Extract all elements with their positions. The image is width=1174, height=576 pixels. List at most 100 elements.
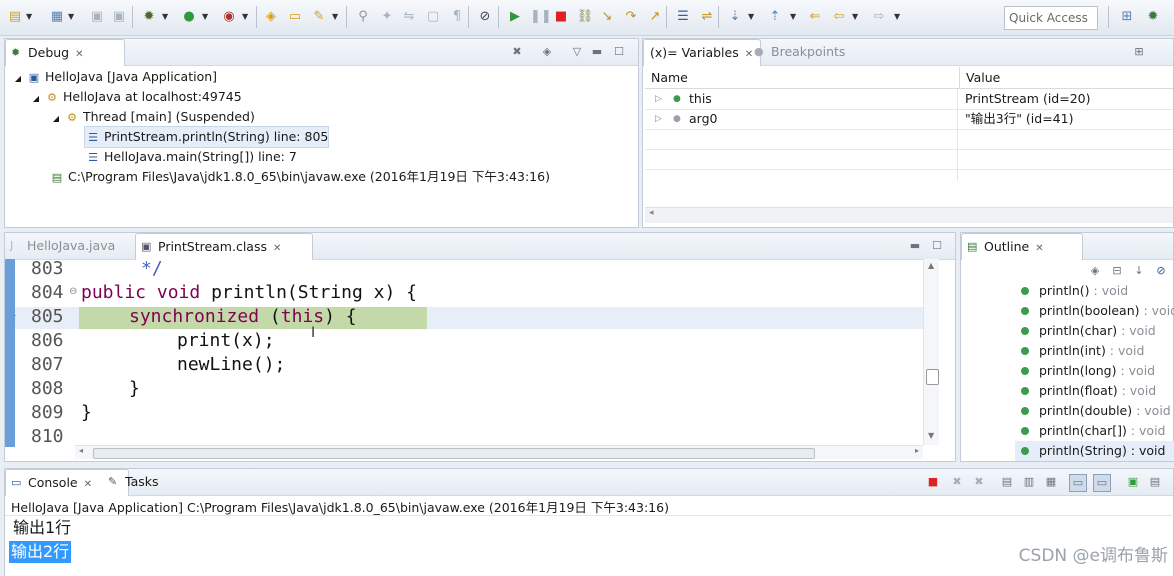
tab-outline[interactable]: ▤ Outline ✕ bbox=[961, 233, 1083, 260]
minimize-icon[interactable]: ▬ bbox=[589, 44, 605, 60]
forward-icon[interactable]: ⇨ bbox=[870, 8, 888, 26]
variable-row[interactable]: ▷ ● this PrintStream (id=20) bbox=[645, 89, 1173, 110]
chevron-down-icon[interactable]: ▼ bbox=[26, 12, 32, 21]
collapse-all-icon[interactable]: ⊞ bbox=[1131, 44, 1147, 60]
scroll-left-icon[interactable]: ◂ bbox=[649, 208, 654, 218]
code-area[interactable]: 803 */ 804 ⊖ public void println(String x) {… bbox=[15, 259, 925, 445]
horizontal-scrollbar[interactable]: ◂ bbox=[645, 207, 1173, 223]
open-task-icon[interactable]: ✎ bbox=[310, 8, 328, 26]
debug-tree-item[interactable]: ☰ HelloJava.main(String[]) line: 7 bbox=[85, 147, 297, 167]
outline-item[interactable]: println(char[]) : void bbox=[1039, 421, 1166, 441]
tree-expand-icon[interactable]: ◢ bbox=[13, 69, 23, 89]
debug-tree-item[interactable]: ☰ PrintStream.println(String) line: 805 bbox=[83, 126, 330, 148]
close-icon[interactable]: ✕ bbox=[1035, 243, 1043, 254]
outline-item[interactable]: println(boolean) : void bbox=[1039, 301, 1174, 321]
drop-to-frame-icon[interactable]: ☰ bbox=[674, 8, 692, 26]
chevron-down-icon[interactable]: ▼ bbox=[68, 12, 74, 21]
toggle-mark-icon[interactable]: ✦ bbox=[378, 8, 396, 26]
chevron-down-icon[interactable]: ▼ bbox=[202, 12, 208, 21]
close-icon[interactable]: ✕ bbox=[273, 243, 281, 254]
chevron-down-icon[interactable]: ▼ bbox=[242, 12, 248, 21]
debug-tree-item[interactable]: ◢ ⚙ Thread [main] (Suspended) bbox=[51, 107, 255, 127]
outline-item[interactable]: println(char) : void bbox=[1039, 321, 1156, 341]
remove-launch-icon[interactable]: ✖ bbox=[949, 474, 965, 490]
minimize-icon[interactable]: ▬ bbox=[907, 238, 923, 254]
chevron-down-icon[interactable]: ▼ bbox=[790, 12, 796, 21]
column-value[interactable]: Value bbox=[959, 67, 1000, 89]
terminate-icon[interactable]: ■ bbox=[552, 8, 570, 26]
tree-expand-icon[interactable]: ◢ bbox=[31, 89, 41, 109]
outline-item[interactable]: println(float) : void bbox=[1039, 381, 1156, 401]
terminate-icon[interactable]: ■ bbox=[925, 474, 941, 490]
last-edit-icon[interactable]: ⇐ bbox=[806, 8, 824, 26]
tree-expand-icon[interactable]: ◢ bbox=[51, 109, 61, 129]
paragraph-icon[interactable]: ¶ bbox=[448, 8, 466, 26]
quick-access-input[interactable]: Quick Access bbox=[1004, 6, 1098, 30]
outline-item[interactable]: println(String) : void bbox=[1015, 441, 1174, 461]
back-icon[interactable]: ⇦ bbox=[830, 8, 848, 26]
scroll-thumb[interactable] bbox=[926, 369, 939, 385]
horizontal-scrollbar[interactable]: ◂ ▸ bbox=[75, 445, 923, 459]
save-icon[interactable]: ▣ bbox=[88, 8, 106, 26]
skip-breakpoints-icon[interactable]: ⊘ bbox=[476, 8, 494, 26]
fold-icon[interactable]: ⊖ bbox=[69, 286, 77, 297]
outline-item[interactable]: println(double) : void bbox=[1039, 401, 1171, 421]
debug-tree-item[interactable]: ▤ C:\Program Files\Java\jdk1.8.0_65\bin\j… bbox=[49, 167, 550, 187]
step-over-icon[interactable]: ↷ bbox=[622, 8, 640, 26]
tab-printstream[interactable]: ▣ PrintStream.class ✕ bbox=[135, 233, 313, 260]
search-icon[interactable]: ⚲ bbox=[354, 8, 372, 26]
debug-tree-item[interactable]: ◢ ⚙ HelloJava at localhost:49745 bbox=[31, 87, 242, 107]
external-tools-icon[interactable]: ◉ bbox=[220, 8, 238, 26]
disconnect-icon[interactable]: ⛓ bbox=[576, 8, 594, 26]
resume-icon[interactable]: ▶ bbox=[506, 8, 524, 26]
close-icon[interactable]: ✕ bbox=[75, 49, 83, 60]
debug-icon[interactable]: ✹ bbox=[140, 8, 158, 26]
scroll-thumb[interactable] bbox=[93, 448, 815, 459]
show-on-error-icon[interactable]: ▭ bbox=[1093, 474, 1111, 492]
show-on-output-icon[interactable]: ▭ bbox=[1069, 474, 1087, 492]
view-menu-icon[interactable]: ◈ bbox=[539, 44, 555, 60]
hide-fields-icon[interactable]: ⊘ bbox=[1153, 263, 1169, 279]
open-type-icon[interactable]: ◈ bbox=[262, 8, 280, 26]
chevron-down-icon[interactable]: ▼ bbox=[748, 12, 754, 21]
chevron-down-icon[interactable]: ▼ bbox=[332, 12, 338, 21]
outline-item[interactable]: println(int) : void bbox=[1039, 341, 1144, 361]
open-perspective-icon[interactable]: ⊞ bbox=[1118, 8, 1136, 26]
new-file-icon[interactable]: ▤ bbox=[6, 8, 24, 26]
chevron-down-icon[interactable]: ▼ bbox=[852, 12, 858, 21]
scroll-lock-icon[interactable]: ▥ bbox=[1021, 474, 1037, 490]
pin-console-icon[interactable]: ▣ bbox=[1125, 474, 1141, 490]
remove-all-icon[interactable]: ✖ bbox=[971, 474, 987, 490]
step-return-icon[interactable]: ↗ bbox=[646, 8, 664, 26]
debug-perspective-icon[interactable]: ✹ bbox=[1144, 8, 1162, 26]
outline-item[interactable]: println(long) : void bbox=[1039, 361, 1155, 381]
vertical-scrollbar[interactable]: ▲ ▼ bbox=[923, 259, 939, 445]
close-icon[interactable]: ✕ bbox=[84, 479, 92, 490]
toggle-block-icon[interactable]: ⇋ bbox=[400, 8, 418, 26]
clear-console-icon[interactable]: ▤ bbox=[999, 474, 1015, 490]
remove-terminated-icon[interactable]: ✖ bbox=[509, 44, 525, 60]
word-wrap-icon[interactable]: ▦ bbox=[1043, 474, 1059, 490]
run-icon[interactable]: ● bbox=[180, 8, 198, 26]
tab-debug[interactable]: ✹ Debug ✕ bbox=[5, 39, 125, 66]
new-wizard-icon[interactable]: ▦ bbox=[48, 8, 66, 26]
tab-tasks[interactable]: ✎ Tasks bbox=[103, 469, 201, 495]
chevron-down-icon[interactable]: ▽ bbox=[569, 44, 585, 60]
open-console-icon[interactable]: ▤ bbox=[1147, 474, 1163, 490]
open-folder-icon[interactable]: ▭ bbox=[286, 8, 304, 26]
maximize-icon[interactable]: ☐ bbox=[929, 238, 945, 254]
debug-tree-item[interactable]: ◢ ▣ HelloJava [Java Application] bbox=[13, 67, 217, 87]
chevron-down-icon[interactable]: ▼ bbox=[162, 12, 168, 21]
show-whitespace-icon[interactable]: ▢ bbox=[424, 8, 442, 26]
column-name[interactable]: Name bbox=[645, 67, 688, 89]
outline-item[interactable]: println() : void bbox=[1039, 281, 1128, 301]
chevron-right-icon[interactable]: ▷ bbox=[655, 89, 662, 109]
sort-icon[interactable]: ↓ bbox=[1131, 263, 1147, 279]
save-all-icon[interactable]: ▣ bbox=[110, 8, 128, 26]
chevron-right-icon[interactable]: ▷ bbox=[655, 109, 662, 129]
focus-icon[interactable]: ◈ bbox=[1087, 263, 1103, 279]
tab-breakpoints[interactable]: ● Breakpoints bbox=[749, 39, 887, 65]
step-into-icon[interactable]: ↘ bbox=[598, 8, 616, 26]
chevron-down-icon[interactable]: ▼ bbox=[894, 12, 900, 21]
use-step-filters-icon[interactable]: ⇌ bbox=[698, 8, 716, 26]
